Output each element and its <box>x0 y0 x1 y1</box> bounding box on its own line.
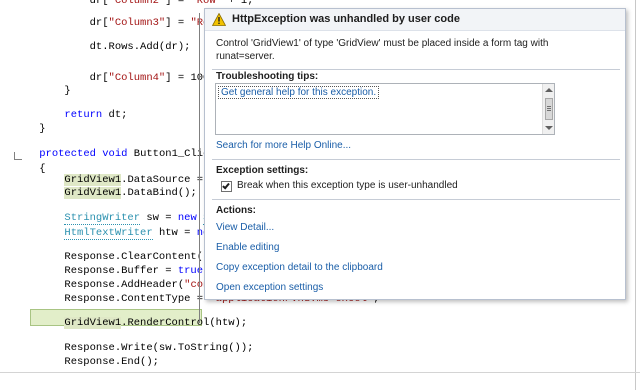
code-token: GridView1 <box>64 187 122 199</box>
section-divider <box>212 159 620 160</box>
editor-right-edge <box>635 0 636 390</box>
checkmark-icon <box>222 181 230 190</box>
code-token: .RenderControl(htw); <box>121 317 248 329</box>
code-token: GridView1 <box>64 174 122 186</box>
scroll-thumb[interactable] <box>545 98 553 120</box>
code-line: Response.Write(sw.ToString()); <box>14 341 253 356</box>
grip-line <box>547 110 551 111</box>
code-line: } <box>14 84 71 99</box>
code-token: void <box>102 148 128 160</box>
code-line: dt.Rows.Add(dr); <box>14 40 191 55</box>
code-token: HtmlTextWriter <box>64 227 153 240</box>
code-token: Response.ClearContent(); <box>14 251 216 263</box>
code-token: dt; <box>102 109 128 121</box>
section-divider <box>212 199 620 200</box>
code-token: dr[ <box>14 72 109 84</box>
grip-line <box>547 106 551 107</box>
code-token: Response.ContentType = <box>14 293 210 305</box>
tips-scrollbar[interactable] <box>542 84 554 134</box>
general-help-link[interactable]: Get general help for this exception. <box>218 86 380 99</box>
actions-heading: Actions: <box>216 205 256 216</box>
scroll-up-arrow-icon[interactable] <box>545 88 553 92</box>
troubleshooting-tips-list[interactable]: Get general help for this exception. <box>215 83 555 135</box>
code-token: Response.Buffer = <box>14 265 178 277</box>
break-on-exception-label[interactable]: Break when this exception type is user-u… <box>237 180 458 191</box>
code-line: } <box>14 122 46 137</box>
code-token: "Row" <box>190 0 222 7</box>
scroll-down-arrow-icon[interactable] <box>545 126 553 130</box>
code-token: "Column4" <box>108 72 166 84</box>
copy-exception-detail-link[interactable]: Copy exception detail to the clipboard <box>216 262 383 273</box>
exception-assistant-panel: HttpException was unhandled by user code… <box>204 8 626 300</box>
code-token: StringWriter <box>64 212 141 225</box>
code-token: sw = <box>140 212 178 224</box>
code-token: protected <box>39 148 96 160</box>
code-line: Response.End(); <box>14 355 159 370</box>
code-token: new <box>177 212 197 224</box>
code-line: Response.Buffer = true; <box>14 264 209 279</box>
exception-header: HttpException was unhandled by user code <box>205 9 625 31</box>
exception-pointer-line <box>199 13 200 323</box>
view-detail-link[interactable]: View Detail... <box>216 222 274 233</box>
code-token: + i; <box>221 0 254 7</box>
search-help-online-link[interactable]: Search for more Help Online... <box>216 140 351 151</box>
code-token: htw = <box>152 227 197 239</box>
exception-settings-heading: Exception settings: <box>216 165 309 176</box>
open-exception-settings-link[interactable]: Open exception settings <box>216 282 323 293</box>
code-token: Response.End(); <box>14 356 159 368</box>
code-token: GridView1 <box>64 317 122 329</box>
code-token: return <box>64 109 103 121</box>
editor-bottom-divider <box>0 372 640 373</box>
code-token: } <box>14 123 46 135</box>
troubleshooting-heading: Troubleshooting tips: <box>216 71 319 82</box>
code-token: dr[ <box>14 0 109 7</box>
exception-title: HttpException was unhandled by user code <box>232 13 460 25</box>
code-token: } <box>14 85 71 97</box>
code-token: ] = <box>165 17 191 29</box>
warning-icon <box>212 13 226 26</box>
section-divider <box>212 69 620 70</box>
code-line: GridView1.DataBind(); <box>14 186 197 201</box>
code-token: dt.Rows.Add(dr); <box>14 41 191 53</box>
code-token: Response.AddHeader( <box>14 279 185 291</box>
enable-editing-link[interactable]: Enable editing <box>216 242 279 253</box>
code-token: Response.Write(sw.ToString()); <box>14 342 254 354</box>
break-on-exception-checkbox[interactable] <box>221 181 232 192</box>
code-token: "Column3" <box>108 17 166 29</box>
grip-line <box>547 108 551 109</box>
code-token: ] = <box>165 0 191 7</box>
code-token: dr[ <box>14 17 109 29</box>
code-line: GridView1.RenderControl(htw); <box>14 316 247 331</box>
code-line: return dt; <box>14 108 127 123</box>
code-line: Response.ClearContent(); <box>14 250 216 265</box>
code-token: .DataBind(); <box>121 187 197 199</box>
code-token: "Column2" <box>108 0 166 7</box>
exception-message: Control 'GridView1' of type 'GridView' m… <box>216 38 549 62</box>
